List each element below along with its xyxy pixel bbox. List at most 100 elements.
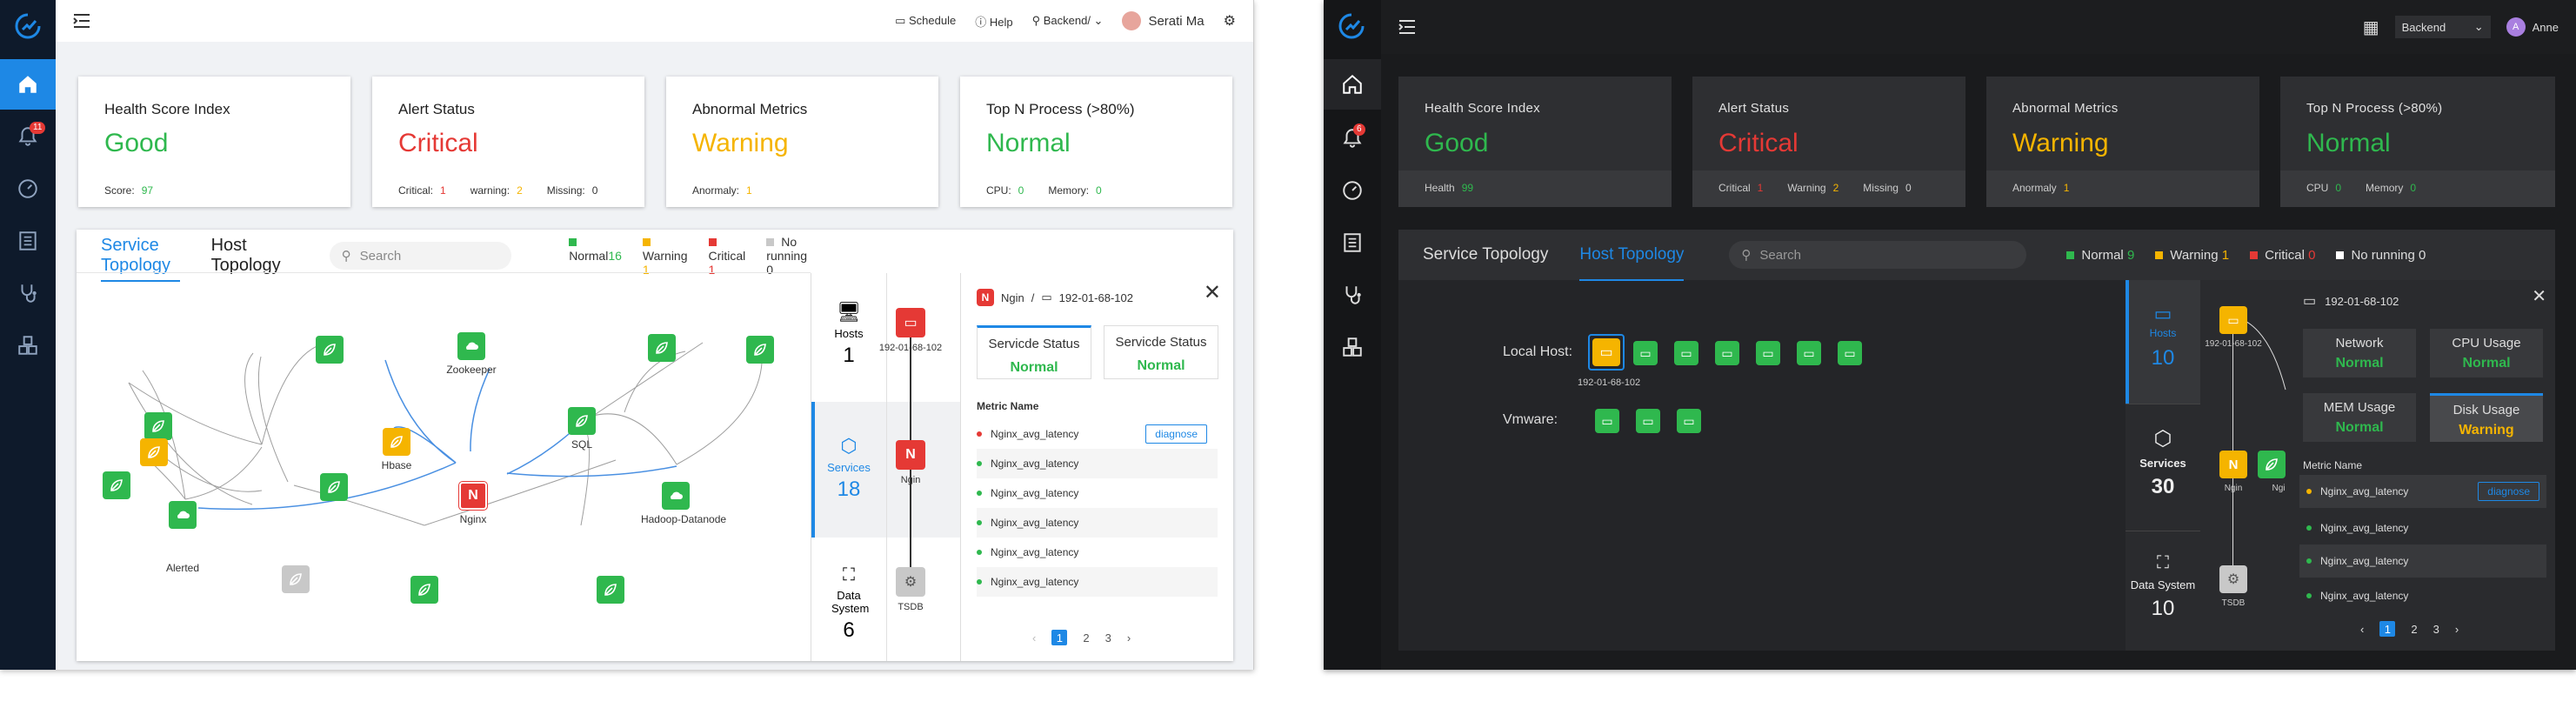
legend-label: Critical bbox=[2265, 247, 2305, 263]
host-node[interactable]: ▭ bbox=[1756, 341, 1780, 365]
host-node[interactable]: ▭ bbox=[1674, 341, 1698, 365]
user-menu[interactable]: Serati Ma bbox=[1122, 11, 1205, 30]
backend-select[interactable]: Backend ⌄ bbox=[2394, 16, 2491, 38]
vm-node[interactable]: ▭ bbox=[1636, 409, 1660, 433]
leaf-icon bbox=[754, 344, 766, 356]
diagnose-button[interactable]: diagnose bbox=[2478, 482, 2539, 501]
services-column[interactable]: ⬡ Services 18 bbox=[811, 435, 886, 502]
metric-row[interactable]: Nginx_avg_latency bbox=[977, 508, 1218, 538]
tsdb-node[interactable]: ⚙ bbox=[896, 567, 925, 597]
page-3[interactable]: 3 bbox=[1105, 631, 1111, 645]
metric-row[interactable]: Nginx_avg_latency diagnose bbox=[977, 419, 1218, 449]
schedule-link[interactable]: ▭ Schedule bbox=[895, 14, 956, 28]
data-system-column[interactable]: ⛶ Data System 6 bbox=[811, 565, 886, 643]
metric-row[interactable]: Nginx_avg_latency bbox=[2299, 511, 2546, 544]
sidebar-item-health[interactable] bbox=[0, 268, 56, 318]
sidebar-item-home[interactable] bbox=[1324, 59, 1381, 110]
gear-icon[interactable]: ⚙ bbox=[1224, 12, 1236, 30]
host-node[interactable]: ▭ bbox=[896, 308, 925, 337]
vm-node[interactable]: ▭ bbox=[1595, 409, 1619, 433]
service-node[interactable] bbox=[2258, 451, 2286, 478]
search-input[interactable]: ⚲ Search bbox=[329, 242, 512, 270]
service-node[interactable] bbox=[648, 334, 676, 362]
tab-host-topology[interactable]: Host Topology bbox=[1579, 229, 1685, 281]
calendar-icon[interactable]: ▦ bbox=[2363, 17, 2379, 38]
card-title: Alert Status bbox=[398, 101, 475, 117]
service-node[interactable] bbox=[410, 576, 438, 604]
hbase-node[interactable] bbox=[383, 428, 410, 456]
page-1[interactable]: 1 bbox=[1051, 630, 1068, 645]
sql-node[interactable] bbox=[568, 407, 596, 435]
service-node-warning[interactable] bbox=[140, 438, 168, 466]
prev-page-icon[interactable]: ‹ bbox=[1032, 631, 1036, 645]
vm-node[interactable]: ▭ bbox=[1677, 409, 1701, 433]
page-2[interactable]: 2 bbox=[2411, 623, 2417, 636]
hadoop-node[interactable] bbox=[662, 482, 690, 510]
metric-row[interactable]: Nginx_avg_latency bbox=[977, 478, 1218, 508]
hosts-column[interactable]: 🖥 Hosts 1 bbox=[811, 301, 886, 368]
next-page-icon[interactable]: › bbox=[1127, 631, 1131, 645]
close-icon[interactable]: ✕ bbox=[1204, 280, 1221, 305]
next-page-icon[interactable]: › bbox=[2455, 623, 2459, 636]
menu-toggle-icon[interactable] bbox=[73, 13, 90, 29]
host-node-selected[interactable]: ▭ bbox=[1592, 338, 1620, 366]
metric-row[interactable]: Nginx_avg_latency bbox=[2299, 579, 2546, 612]
page-3[interactable]: 3 bbox=[2433, 623, 2439, 636]
host-node[interactable]: ▭ bbox=[2219, 306, 2247, 334]
service-node[interactable] bbox=[103, 471, 130, 499]
sidebar-item-components[interactable] bbox=[0, 320, 56, 371]
sidebar-item-alerts[interactable]: 11 bbox=[0, 111, 56, 162]
hosts-column[interactable]: ▭ Hosts 10 bbox=[2126, 303, 2200, 371]
metric-row[interactable]: Nginx_avg_latency bbox=[977, 538, 1218, 567]
user-menu[interactable]: A Anne bbox=[2506, 17, 2559, 37]
leaf-icon bbox=[418, 584, 430, 596]
service-node[interactable] bbox=[144, 412, 172, 440]
service-node[interactable] bbox=[746, 336, 774, 364]
alerted-node[interactable] bbox=[169, 501, 197, 529]
sidebar-item-list[interactable] bbox=[1324, 217, 1381, 268]
host-node[interactable]: ▭ bbox=[1633, 341, 1658, 365]
service-node[interactable] bbox=[320, 473, 348, 501]
diagnose-button[interactable]: diagnose bbox=[1145, 424, 1207, 444]
top-n-process-card: Top N Process (>80%) Normal CPU: 0 Memory… bbox=[960, 77, 1232, 207]
legend-count: 9 bbox=[2126, 247, 2135, 263]
tsdb-node[interactable]: ⚙ bbox=[2219, 565, 2247, 593]
sidebar-item-home[interactable] bbox=[0, 59, 56, 110]
sidebar-item-dashboard[interactable] bbox=[0, 164, 56, 214]
service-node[interactable] bbox=[316, 336, 344, 364]
page-2[interactable]: 2 bbox=[1083, 631, 1089, 645]
avatar: A bbox=[2506, 17, 2526, 37]
zookeeper-node[interactable] bbox=[457, 332, 485, 360]
ngin-node[interactable]: N bbox=[896, 440, 925, 470]
services-column[interactable]: ⬡ Services 30 bbox=[2126, 426, 2200, 499]
nginx-node[interactable]: N bbox=[459, 482, 487, 510]
close-icon[interactable]: ✕ bbox=[2532, 285, 2546, 307]
cubes-icon bbox=[1343, 337, 1362, 357]
backend-select[interactable]: ⚲ Backend/ ⌄ bbox=[1032, 14, 1104, 28]
ngin-node[interactable]: N bbox=[2219, 451, 2247, 478]
sidebar-item-alerts[interactable]: 6 bbox=[1324, 113, 1381, 164]
sidebar-item-health[interactable] bbox=[1324, 270, 1381, 320]
host-node[interactable]: ▭ bbox=[1715, 341, 1739, 365]
service-node[interactable] bbox=[597, 576, 624, 604]
legend-count: 1 bbox=[2221, 247, 2230, 263]
metric-row[interactable]: Nginx_avg_latency bbox=[977, 449, 1218, 478]
prev-page-icon[interactable]: ‹ bbox=[2360, 623, 2364, 636]
service-node-stopped[interactable] bbox=[282, 565, 310, 593]
leaf-icon bbox=[324, 344, 336, 356]
metric-row[interactable]: Nginx_avg_latency bbox=[977, 567, 1218, 597]
sidebar-item-dashboard[interactable] bbox=[1324, 165, 1381, 216]
tab-service-topology[interactable]: Service Topology bbox=[1423, 229, 1548, 281]
metric-row[interactable]: Nginx_avg_latency bbox=[2299, 544, 2546, 578]
user-name: Anne bbox=[2532, 20, 2559, 34]
menu-toggle-icon[interactable] bbox=[1398, 19, 1416, 35]
data-system-column[interactable]: ⛶ Data System 10 bbox=[2126, 553, 2200, 621]
host-node[interactable]: ▭ bbox=[1797, 341, 1821, 365]
search-input[interactable]: ⚲ Search bbox=[1729, 241, 2027, 269]
page-1[interactable]: 1 bbox=[2379, 621, 2396, 637]
help-link[interactable]: ⓘ Help bbox=[975, 13, 1012, 30]
sidebar-item-list[interactable] bbox=[0, 216, 56, 266]
host-node[interactable]: ▭ bbox=[1838, 341, 1862, 365]
sidebar-item-components[interactable] bbox=[1324, 322, 1381, 372]
metric-row[interactable]: Nginx_avg_latency diagnose bbox=[2299, 475, 2546, 508]
